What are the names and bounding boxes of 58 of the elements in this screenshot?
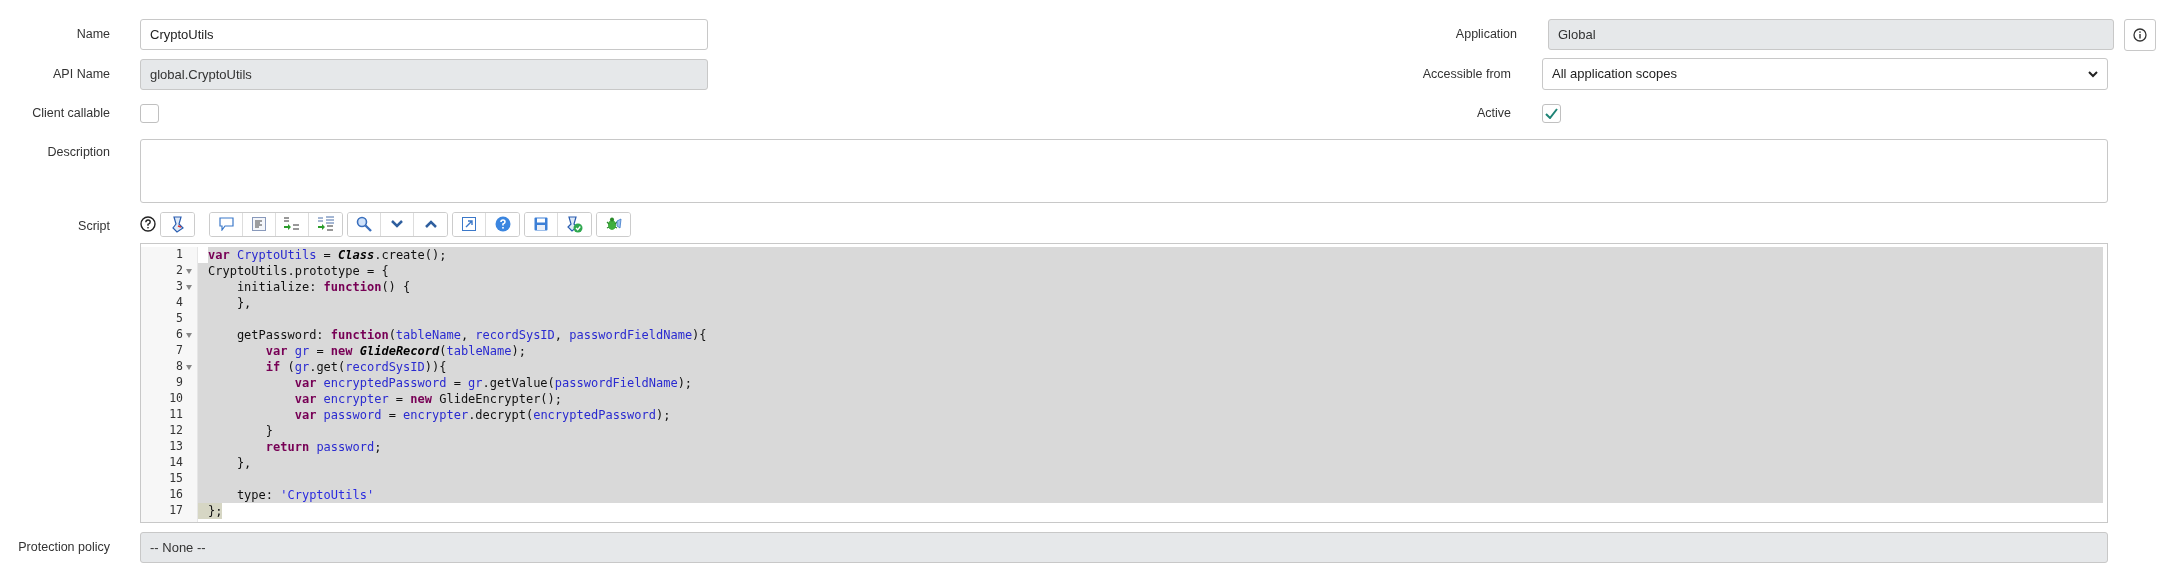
field-label: Script — [77, 218, 110, 235]
field-label: Client callable — [31, 105, 110, 123]
info-icon — [2133, 27, 2147, 42]
field-label: Application — [1454, 26, 1517, 44]
line-number: 11 — [169, 406, 183, 424]
help-icon[interactable] — [140, 216, 156, 232]
line-number: 5 — [176, 310, 183, 328]
fold-arrow-icon[interactable] — [186, 284, 192, 290]
line-number: 2 — [176, 262, 183, 280]
field-label: Protection policy — [17, 539, 110, 557]
script-button[interactable] — [161, 212, 194, 236]
speech-bubble-icon — [218, 217, 234, 231]
input-field[interactable]: -- None -- — [140, 532, 2108, 563]
dropdown[interactable]: All application scopes — [1542, 58, 2108, 90]
checkbox[interactable] — [140, 104, 159, 123]
fold-arrow-icon[interactable] — [186, 268, 192, 274]
check-icon — [1545, 108, 1558, 119]
replace-all-icon — [316, 216, 335, 232]
line-number: 6 — [176, 326, 183, 344]
field-label: Accessible from — [1421, 65, 1511, 83]
search-button[interactable] — [348, 212, 381, 236]
line-number: 13 — [169, 438, 183, 456]
line-number: 8 — [176, 358, 183, 376]
info-button[interactable] — [2124, 18, 2156, 51]
line-number: 4 — [176, 294, 183, 312]
field-label: Active — [1475, 105, 1511, 123]
checkbox[interactable] — [1542, 104, 1561, 123]
input-field[interactable]: CryptoUtils — [140, 19, 708, 50]
line-number: 7 — [176, 342, 183, 360]
chevron-down-icon — [2088, 70, 2098, 78]
line-number: 9 — [176, 374, 183, 392]
question-icon — [494, 216, 511, 232]
chevron-up-icon — [424, 220, 437, 228]
chevron-down-icon — [391, 220, 403, 228]
line-number: 12 — [169, 422, 183, 440]
line-number: 15 — [169, 470, 183, 488]
field-label: Name — [75, 26, 110, 44]
line-number: 16 — [169, 486, 183, 504]
fullscreen-button[interactable] — [453, 212, 486, 236]
fold-arrow-icon[interactable] — [186, 364, 192, 370]
expand-icon — [462, 217, 476, 231]
comment-button[interactable] — [210, 212, 243, 236]
input-field[interactable]: Global — [1548, 19, 2114, 50]
bug-icon — [605, 216, 622, 232]
line-number: 17 — [169, 502, 183, 520]
text-lines-icon — [252, 217, 266, 231]
debug-button[interactable] — [597, 212, 630, 236]
save-button[interactable] — [525, 212, 558, 236]
field-label: Description — [46, 144, 110, 161]
search-icon — [356, 216, 372, 232]
line-number: 3 — [176, 278, 183, 296]
line-number: 1 — [176, 246, 183, 264]
line-number: 14 — [169, 454, 183, 472]
field-label: API Name — [52, 65, 110, 83]
fold-arrow-icon[interactable] — [186, 332, 192, 338]
replace-icon — [283, 216, 301, 232]
line-number: 10 — [169, 390, 183, 408]
input-field[interactable]: global.CryptoUtils — [140, 58, 708, 90]
